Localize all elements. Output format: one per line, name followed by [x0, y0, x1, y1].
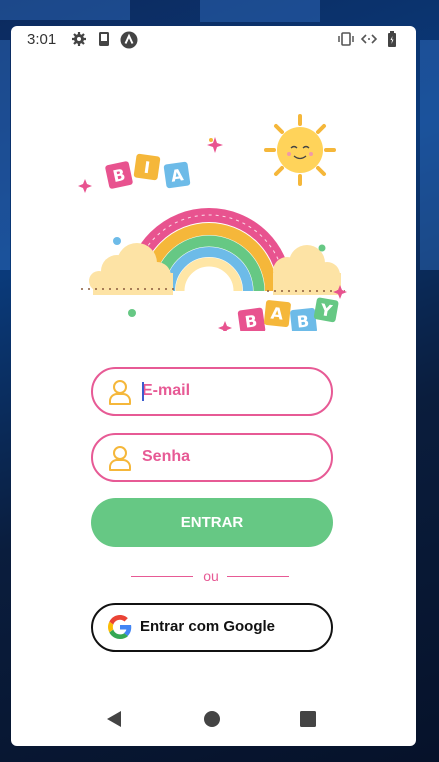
divider-line	[227, 576, 289, 577]
user-icon	[108, 379, 132, 410]
google-signin-button[interactable]: Entrar com Google	[91, 603, 333, 652]
or-text: ou	[203, 568, 219, 584]
user-icon	[108, 445, 132, 476]
enter-button[interactable]: ENTRAR	[91, 498, 333, 547]
battery-icon	[387, 31, 397, 52]
phone-icon	[98, 31, 110, 52]
home-icon[interactable]	[203, 710, 221, 733]
password-placeholder: Senha	[142, 448, 191, 465]
or-divider: ou	[131, 566, 291, 586]
code-icon	[360, 31, 378, 52]
sun-icon	[264, 114, 336, 186]
google-icon	[108, 615, 132, 644]
email-placeholder: E-mail	[142, 382, 191, 399]
google-button-label: Entrar com Google	[140, 618, 276, 635]
bia-baby-kids-logo: B I A B A B Y KIDS	[77, 111, 357, 353]
email-field[interactable]: E-mail	[91, 367, 333, 416]
password-field[interactable]: Senha	[91, 433, 333, 482]
back-icon[interactable]	[105, 710, 123, 733]
app-icon	[120, 31, 138, 54]
phone-screen: 3:01 B I A B A B Y E-mail Senha ENTRAR o…	[11, 26, 416, 746]
svg-text:B: B	[296, 311, 310, 331]
nav-bar	[11, 698, 416, 738]
divider-line	[131, 576, 193, 577]
recents-icon[interactable]	[299, 710, 317, 733]
text-cursor	[142, 382, 144, 401]
status-time: 3:01	[27, 31, 57, 48]
status-bar: 3:01	[11, 26, 416, 54]
vibrate-icon	[337, 31, 355, 52]
settings-icon	[71, 31, 87, 52]
